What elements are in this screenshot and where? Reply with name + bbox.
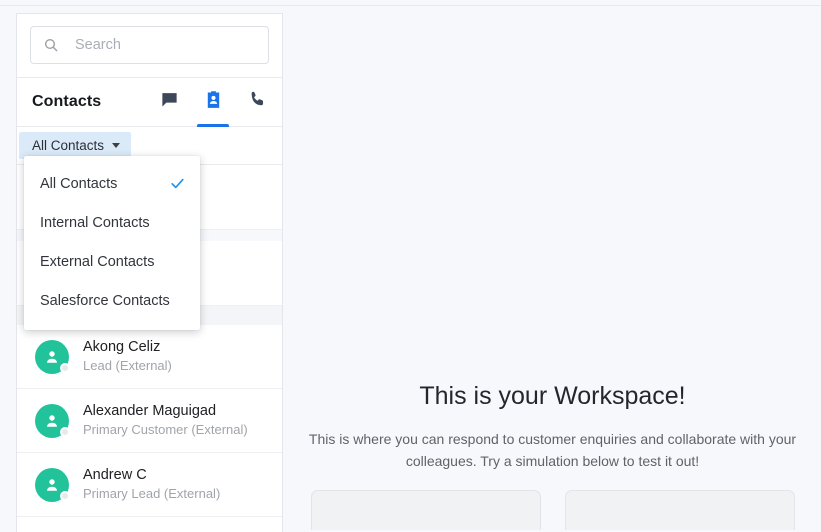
avatar	[35, 403, 70, 438]
page-title: This is your Workspace!	[419, 382, 686, 410]
contact-role: Primary Customer (External)	[83, 422, 248, 437]
search-box[interactable]	[30, 26, 269, 64]
phone-icon	[248, 90, 267, 114]
header-tabs	[158, 78, 268, 127]
check-icon	[169, 175, 186, 192]
contact-role: Lead (External)	[83, 358, 172, 373]
simulation-cards	[310, 490, 795, 530]
dropdown-item-external-contacts[interactable]: External Contacts	[24, 242, 200, 281]
contacts-tab[interactable]	[197, 78, 229, 127]
presence-indicator	[60, 426, 70, 437]
contact-info: Akong Celiz Lead (External)	[83, 338, 172, 375]
dropdown-item-label: Salesforce Contacts	[40, 292, 170, 309]
presence-indicator	[60, 490, 70, 501]
workspace-panel: This is your Workspace! This is where yo…	[284, 6, 821, 532]
dropdown-item-salesforce-contacts[interactable]: Salesforce Contacts	[24, 281, 200, 320]
app-root: Contacts	[0, 0, 821, 532]
simulation-card-1[interactable]	[310, 490, 541, 530]
search-container	[17, 14, 282, 77]
contacts-filter-dropdown: All Contacts Internal Contacts External …	[24, 156, 200, 330]
contact-card-icon	[204, 90, 223, 114]
chat-bubble-icon	[160, 90, 179, 114]
dropdown-item-label: Internal Contacts	[40, 214, 150, 231]
search-icon	[43, 37, 59, 53]
contact-role: Primary Lead (External)	[83, 486, 221, 501]
dropdown-item-label: All Contacts	[40, 175, 118, 192]
avatar	[35, 339, 70, 374]
table-row[interactable]: Alexander Maguigad Primary Customer (Ext…	[17, 389, 282, 453]
chevron-down-icon	[112, 143, 121, 148]
calls-tab[interactable]	[246, 78, 268, 126]
chat-tab[interactable]	[158, 78, 180, 126]
dropdown-item-all-contacts[interactable]: All Contacts	[24, 164, 200, 203]
dropdown-item-internal-contacts[interactable]: Internal Contacts	[24, 203, 200, 242]
contact-name: Akong Celiz	[83, 339, 161, 355]
panel-title: Contacts	[32, 93, 102, 110]
table-row[interactable]: Andrew C Primary Lead (External)	[17, 453, 282, 517]
contacts-filter-button[interactable]: All Contacts	[19, 132, 132, 159]
presence-indicator	[60, 362, 70, 373]
contact-info: Andrew C Primary Lead (External)	[83, 466, 220, 503]
contacts-filter-label: All Contacts	[32, 138, 105, 153]
workspace-description: This is where you can respond to custome…	[308, 431, 797, 469]
table-row[interactable]: Akong Celiz Lead (External)	[17, 325, 282, 389]
contact-name: Andrew C	[83, 467, 147, 483]
contact-name: Alexander Maguigad	[83, 403, 217, 419]
contacts-header: Contacts	[17, 78, 282, 127]
avatar	[35, 467, 70, 502]
search-input[interactable]	[73, 36, 256, 54]
simulation-card-2[interactable]	[564, 490, 795, 530]
contact-info: Alexander Maguigad Primary Customer (Ext…	[83, 402, 248, 439]
dropdown-item-label: External Contacts	[40, 253, 155, 270]
